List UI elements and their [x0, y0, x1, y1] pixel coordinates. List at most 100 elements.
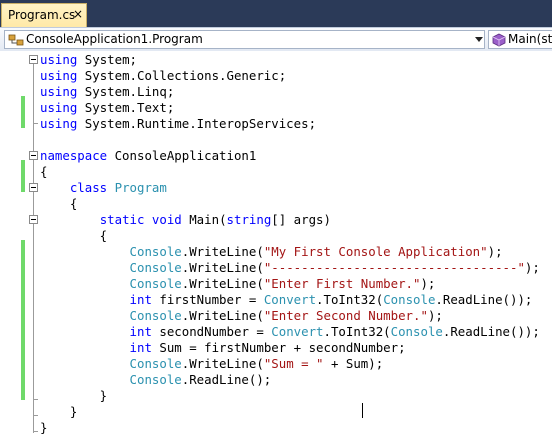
collapse-usings-icon[interactable]	[29, 55, 38, 64]
code-token: );	[487, 244, 503, 259]
code-token: int	[129, 292, 152, 307]
code-token: "Sum = "	[263, 356, 324, 371]
code-token: firstNumber =	[151, 292, 264, 307]
code-token: using	[40, 116, 78, 131]
code-line[interactable]: namespace ConsoleApplication1	[40, 148, 256, 164]
code-token: Console	[383, 292, 436, 307]
code-line[interactable]: class Program	[40, 180, 167, 196]
change-margin	[0, 51, 25, 438]
code-line[interactable]: int firstNumber = Convert.ToInt32(Consol…	[40, 292, 533, 308]
code-line[interactable]: }	[40, 404, 77, 420]
code-token: Main(	[181, 212, 227, 227]
code-token: );	[427, 308, 443, 323]
code-line[interactable]: Console.ReadLine();	[40, 372, 272, 388]
code-token: System;	[77, 52, 137, 67]
code-token: string	[226, 212, 272, 227]
code-token: Console	[129, 244, 182, 259]
code-token: );	[420, 276, 436, 291]
code-token: {	[40, 164, 48, 179]
code-token: {	[40, 196, 78, 211]
tab-program-cs[interactable]: Program.cs ×	[1, 3, 87, 27]
code-token: .WriteLine(	[181, 244, 264, 259]
code-line[interactable]: Console.WriteLine("My First Console Appl…	[40, 244, 503, 260]
code-token: System.Text;	[77, 100, 175, 115]
code-token: Program	[114, 180, 167, 195]
code-token: .ReadLine();	[181, 372, 272, 387]
code-token: "---------------------------------"	[263, 260, 525, 275]
code-line[interactable]: static void Main(string[] args)	[40, 212, 331, 228]
code-token: Console	[129, 356, 182, 371]
code-token: Console	[129, 276, 182, 291]
code-token: int	[129, 340, 152, 355]
code-line[interactable]: Console.WriteLine("---------------------…	[40, 260, 540, 276]
code-line[interactable]: Console.WriteLine("Enter Second Number."…	[40, 308, 443, 324]
code-token: ConsoleApplication1	[107, 148, 257, 163]
member-dropdown[interactable]: Main(str	[488, 30, 552, 49]
code-token: Console	[129, 308, 182, 323]
code-token: using	[40, 100, 78, 115]
changed-line-marker	[21, 96, 25, 128]
code-token: static	[99, 212, 145, 227]
code-token: Convert	[263, 292, 317, 307]
code-token: namespace	[40, 148, 108, 163]
code-line[interactable]: Console.WriteLine("Enter First Number.")…	[40, 276, 436, 292]
type-dropdown-value: ConsoleApplication1.Program	[26, 32, 203, 46]
code-token: .WriteLine(	[181, 308, 264, 323]
code-token: Sum = firstNumber + secondNumber;	[151, 340, 406, 355]
code-token: .WriteLine(	[181, 276, 264, 291]
code-line[interactable]: Console.WriteLine("Sum = " + Sum);	[40, 356, 384, 372]
text-caret	[362, 403, 363, 418]
code-token: );	[524, 260, 540, 275]
method-icon	[492, 33, 506, 47]
code-line[interactable]: {	[40, 196, 77, 212]
code-line[interactable]: using System.Linq;	[40, 84, 174, 100]
code-line[interactable]: }	[40, 388, 107, 404]
member-dropdown-value: Main(str	[508, 32, 552, 46]
code-token: System.Runtime.InteropServices;	[77, 116, 317, 131]
code-token: Console	[390, 324, 443, 339]
code-line[interactable]: using System.Collections.Generic;	[40, 68, 286, 84]
code-line[interactable]: }	[40, 420, 47, 436]
tab-label: Program.cs	[8, 8, 76, 22]
outline-end-tick	[33, 399, 38, 400]
class-icon	[8, 34, 24, 46]
code-token: .ToInt32(	[323, 324, 391, 339]
collapse-class-icon[interactable]	[29, 183, 38, 192]
code-token: class	[69, 180, 108, 195]
code-token: .WriteLine(	[181, 356, 264, 371]
code-token: "Enter First Number."	[263, 276, 421, 291]
code-token: using	[40, 52, 78, 67]
code-line[interactable]: {	[40, 228, 107, 244]
code-line[interactable]: using System;	[40, 52, 137, 68]
collapse-namespace-icon[interactable]	[29, 151, 38, 160]
type-dropdown[interactable]: ConsoleApplication1.Program	[4, 30, 485, 49]
code-editor[interactable]: using System; using System.Collections.Ge…	[0, 51, 552, 438]
chevron-down-icon[interactable]	[475, 37, 483, 42]
close-icon[interactable]: ×	[73, 7, 83, 21]
code-line[interactable]: int Sum = firstNumber + secondNumber;	[40, 340, 406, 356]
code-line[interactable]: using System.Text;	[40, 100, 174, 116]
outlining-guide	[33, 61, 34, 433]
code-token: + Sum);	[323, 356, 384, 371]
code-token: secondNumber =	[151, 324, 272, 339]
code-token: .WriteLine(	[181, 260, 264, 275]
collapse-method-icon[interactable]	[29, 215, 38, 224]
outline-end-tick	[33, 415, 38, 416]
code-line[interactable]: int secondNumber = Convert.ToInt32(Conso…	[40, 324, 540, 340]
navigation-bar: ConsoleApplication1.Program Main(str	[0, 27, 552, 51]
code-token: using	[40, 84, 78, 99]
code-line[interactable]: using System.Runtime.InteropServices;	[40, 116, 316, 132]
changed-line-marker	[21, 240, 25, 400]
code-token: .ToInt32(	[316, 292, 384, 307]
code-token: int	[129, 324, 152, 339]
code-token: }	[40, 420, 48, 435]
code-line[interactable]: {	[40, 164, 47, 180]
